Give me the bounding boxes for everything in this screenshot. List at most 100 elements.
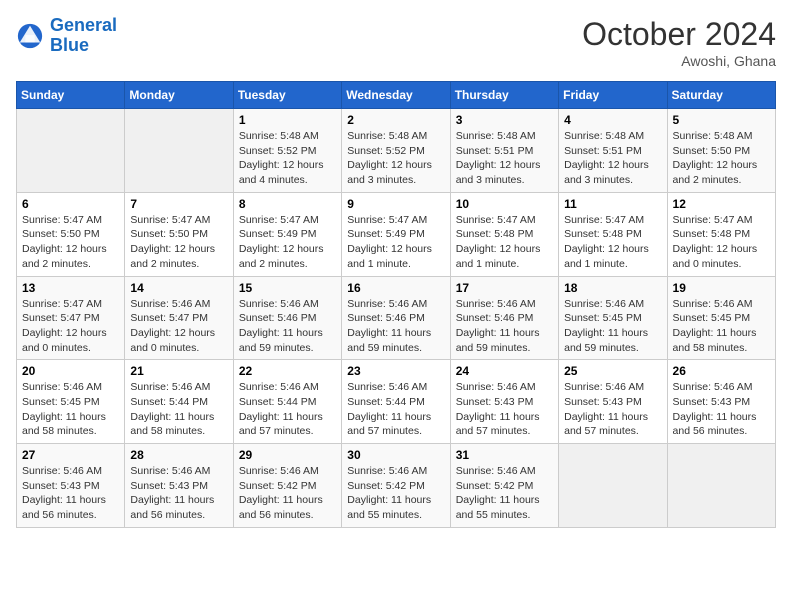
day-info: Sunrise: 5:46 AM Sunset: 5:42 PM Dayligh… — [239, 464, 336, 523]
calendar-week-row: 27 Sunrise: 5:46 AM Sunset: 5:43 PM Dayli… — [17, 444, 776, 528]
day-info: Sunrise: 5:47 AM Sunset: 5:47 PM Dayligh… — [22, 297, 119, 356]
calendar-cell: 28 Sunrise: 5:46 AM Sunset: 5:43 PM Dayli… — [125, 444, 233, 528]
day-info: Sunrise: 5:46 AM Sunset: 5:46 PM Dayligh… — [239, 297, 336, 356]
day-number: 18 — [564, 281, 661, 295]
day-number: 20 — [22, 364, 119, 378]
day-number: 13 — [22, 281, 119, 295]
calendar-cell: 2Sunrise: 5:48 AM Sunset: 5:52 PM Daylig… — [342, 109, 450, 193]
day-info: Sunrise: 5:46 AM Sunset: 5:46 PM Dayligh… — [347, 297, 444, 356]
calendar-cell: 10Sunrise: 5:47 AM Sunset: 5:48 PM Dayli… — [450, 192, 558, 276]
day-number: 3 — [456, 113, 553, 127]
day-number: 16 — [347, 281, 444, 295]
day-info: Sunrise: 5:46 AM Sunset: 5:44 PM Dayligh… — [239, 380, 336, 439]
calendar-header-row: SundayMondayTuesdayWednesdayThursdayFrid… — [17, 82, 776, 109]
calendar-cell: 4 Sunrise: 5:48 AM Sunset: 5:51 PM Daylig… — [559, 109, 667, 193]
day-info: Sunrise: 5:47 AM Sunset: 5:49 PM Dayligh… — [239, 213, 336, 272]
calendar-cell: 14 Sunrise: 5:46 AM Sunset: 5:47 PM Dayli… — [125, 276, 233, 360]
day-number: 17 — [456, 281, 553, 295]
day-number: 7 — [130, 197, 227, 211]
day-info: Sunrise: 5:46 AM Sunset: 5:47 PM Dayligh… — [130, 297, 227, 356]
weekday-header: Wednesday — [342, 82, 450, 109]
day-number: 19 — [673, 281, 770, 295]
day-number: 14 — [130, 281, 227, 295]
calendar-cell: 12 Sunrise: 5:47 AM Sunset: 5:48 PM Dayli… — [667, 192, 775, 276]
day-number: 28 — [130, 448, 227, 462]
day-info: Sunrise: 5:46 AM Sunset: 5:42 PM Dayligh… — [347, 464, 444, 523]
day-info: Sunrise: 5:48 AM Sunset: 5:51 PM Dayligh… — [564, 129, 661, 188]
calendar-cell: 8 Sunrise: 5:47 AM Sunset: 5:49 PM Daylig… — [233, 192, 341, 276]
day-info: Sunrise: 5:47 AM Sunset: 5:48 PM Dayligh… — [564, 213, 661, 272]
weekday-header: Friday — [559, 82, 667, 109]
day-info: Sunrise: 5:46 AM Sunset: 5:44 PM Dayligh… — [347, 380, 444, 439]
weekday-header: Sunday — [17, 82, 125, 109]
day-number: 12 — [673, 197, 770, 211]
day-info: Sunrise: 5:46 AM Sunset: 5:44 PM Dayligh… — [130, 380, 227, 439]
day-number: 27 — [22, 448, 119, 462]
calendar-cell: 11 Sunrise: 5:47 AM Sunset: 5:48 PM Dayli… — [559, 192, 667, 276]
calendar-cell: 17 Sunrise: 5:46 AM Sunset: 5:46 PM Dayli… — [450, 276, 558, 360]
day-number: 25 — [564, 364, 661, 378]
day-info: Sunrise: 5:46 AM Sunset: 5:43 PM Dayligh… — [22, 464, 119, 523]
calendar-week-row: 20Sunrise: 5:46 AM Sunset: 5:45 PM Dayli… — [17, 360, 776, 444]
day-info: Sunrise: 5:48 AM Sunset: 5:52 PM Dayligh… — [347, 129, 444, 188]
day-info: Sunrise: 5:48 AM Sunset: 5:52 PM Dayligh… — [239, 129, 336, 188]
calendar: SundayMondayTuesdayWednesdayThursdayFrid… — [16, 81, 776, 528]
weekday-header: Saturday — [667, 82, 775, 109]
day-number: 29 — [239, 448, 336, 462]
calendar-cell — [667, 444, 775, 528]
weekday-header: Monday — [125, 82, 233, 109]
weekday-header: Thursday — [450, 82, 558, 109]
day-number: 4 — [564, 113, 661, 127]
calendar-cell: 25 Sunrise: 5:46 AM Sunset: 5:43 PM Dayli… — [559, 360, 667, 444]
title-block: October 2024 Awoshi, Ghana — [582, 16, 776, 69]
day-number: 15 — [239, 281, 336, 295]
logo: General Blue — [16, 16, 117, 56]
day-info: Sunrise: 5:46 AM Sunset: 5:43 PM Dayligh… — [130, 464, 227, 523]
day-number: 1 — [239, 113, 336, 127]
day-number: 11 — [564, 197, 661, 211]
calendar-cell: 26Sunrise: 5:46 AM Sunset: 5:43 PM Dayli… — [667, 360, 775, 444]
day-info: Sunrise: 5:46 AM Sunset: 5:45 PM Dayligh… — [564, 297, 661, 356]
calendar-cell: 19Sunrise: 5:46 AM Sunset: 5:45 PM Dayli… — [667, 276, 775, 360]
day-info: Sunrise: 5:48 AM Sunset: 5:51 PM Dayligh… — [456, 129, 553, 188]
calendar-cell: 31Sunrise: 5:46 AM Sunset: 5:42 PM Dayli… — [450, 444, 558, 528]
calendar-cell: 18 Sunrise: 5:46 AM Sunset: 5:45 PM Dayli… — [559, 276, 667, 360]
calendar-cell: 24Sunrise: 5:46 AM Sunset: 5:43 PM Dayli… — [450, 360, 558, 444]
calendar-cell: 1 Sunrise: 5:48 AM Sunset: 5:52 PM Daylig… — [233, 109, 341, 193]
day-number: 21 — [130, 364, 227, 378]
calendar-week-row: 13 Sunrise: 5:47 AM Sunset: 5:47 PM Dayli… — [17, 276, 776, 360]
logo-icon — [16, 22, 44, 50]
calendar-cell: 6 Sunrise: 5:47 AM Sunset: 5:50 PM Daylig… — [17, 192, 125, 276]
calendar-cell: 5Sunrise: 5:48 AM Sunset: 5:50 PM Daylig… — [667, 109, 775, 193]
calendar-cell — [125, 109, 233, 193]
location: Awoshi, Ghana — [582, 53, 776, 69]
day-info: Sunrise: 5:47 AM Sunset: 5:50 PM Dayligh… — [130, 213, 227, 272]
calendar-cell: 15 Sunrise: 5:46 AM Sunset: 5:46 PM Dayli… — [233, 276, 341, 360]
day-number: 8 — [239, 197, 336, 211]
day-info: Sunrise: 5:46 AM Sunset: 5:43 PM Dayligh… — [673, 380, 770, 439]
calendar-cell: 16 Sunrise: 5:46 AM Sunset: 5:46 PM Dayli… — [342, 276, 450, 360]
calendar-cell: 7 Sunrise: 5:47 AM Sunset: 5:50 PM Daylig… — [125, 192, 233, 276]
logo-text: General Blue — [50, 16, 117, 56]
day-number: 9 — [347, 197, 444, 211]
day-info: Sunrise: 5:47 AM Sunset: 5:48 PM Dayligh… — [673, 213, 770, 272]
weekday-header: Tuesday — [233, 82, 341, 109]
day-info: Sunrise: 5:46 AM Sunset: 5:46 PM Dayligh… — [456, 297, 553, 356]
calendar-cell: 3 Sunrise: 5:48 AM Sunset: 5:51 PM Daylig… — [450, 109, 558, 193]
day-number: 10 — [456, 197, 553, 211]
day-number: 23 — [347, 364, 444, 378]
calendar-cell: 9Sunrise: 5:47 AM Sunset: 5:49 PM Daylig… — [342, 192, 450, 276]
calendar-cell — [559, 444, 667, 528]
calendar-cell: 23 Sunrise: 5:46 AM Sunset: 5:44 PM Dayli… — [342, 360, 450, 444]
calendar-cell: 30Sunrise: 5:46 AM Sunset: 5:42 PM Dayli… — [342, 444, 450, 528]
calendar-cell — [17, 109, 125, 193]
day-info: Sunrise: 5:46 AM Sunset: 5:42 PM Dayligh… — [456, 464, 553, 523]
day-info: Sunrise: 5:47 AM Sunset: 5:50 PM Dayligh… — [22, 213, 119, 272]
day-number: 6 — [22, 197, 119, 211]
calendar-cell: 20Sunrise: 5:46 AM Sunset: 5:45 PM Dayli… — [17, 360, 125, 444]
calendar-cell: 29 Sunrise: 5:46 AM Sunset: 5:42 PM Dayli… — [233, 444, 341, 528]
day-info: Sunrise: 5:46 AM Sunset: 5:43 PM Dayligh… — [564, 380, 661, 439]
day-number: 24 — [456, 364, 553, 378]
day-number: 22 — [239, 364, 336, 378]
day-number: 5 — [673, 113, 770, 127]
